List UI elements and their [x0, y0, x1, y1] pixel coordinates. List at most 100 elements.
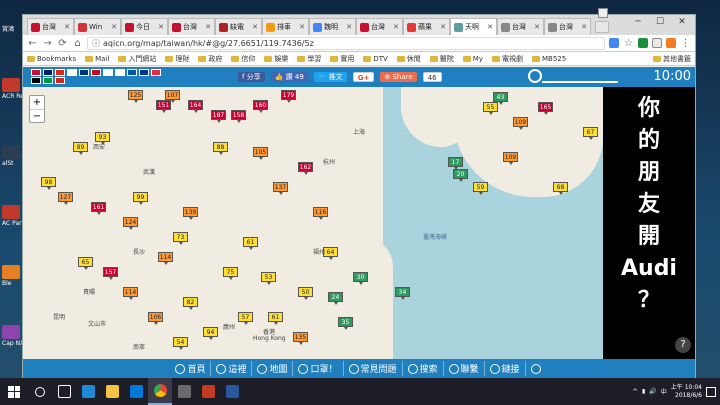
- close-tab-icon[interactable]: ✕: [346, 23, 352, 31]
- bookmark-item[interactable]: Mail: [85, 55, 109, 63]
- bookmark-item[interactable]: Bookmarks: [27, 55, 76, 63]
- aqi-station-marker[interactable]: 17: [448, 157, 463, 170]
- aqi-station-marker[interactable]: 114: [123, 287, 138, 300]
- aqi-station-marker[interactable]: 165: [538, 102, 553, 115]
- language-flag-icon[interactable]: [103, 69, 113, 76]
- zoom-in-button[interactable]: +: [30, 96, 44, 109]
- star-icon[interactable]: ☆: [623, 38, 634, 49]
- language-flag-icon[interactable]: [55, 69, 65, 76]
- forward-icon[interactable]: →: [42, 38, 53, 49]
- browser-tab[interactable]: 今日 ✕: [121, 18, 168, 35]
- facebook-like-button[interactable]: 👍 讚 49: [270, 72, 308, 82]
- nav-item[interactable]: 口罩！: [292, 361, 342, 376]
- close-tab-icon[interactable]: ✕: [487, 23, 493, 31]
- close-tab-icon[interactable]: ✕: [440, 23, 446, 31]
- aqi-station-marker[interactable]: 158: [231, 110, 246, 123]
- bookmark-item[interactable]: MB525: [531, 55, 566, 63]
- aqi-station-marker[interactable]: 124: [123, 217, 138, 230]
- language-flag-icon[interactable]: [127, 69, 137, 76]
- language-flag-icon[interactable]: [43, 69, 53, 76]
- close-tab-icon[interactable]: ✕: [111, 23, 117, 31]
- back-icon[interactable]: ←: [27, 38, 38, 49]
- aqi-station-marker[interactable]: 106: [148, 312, 163, 325]
- aqi-station-marker[interactable]: 99: [133, 192, 148, 205]
- nav-item[interactable]: 聯繫: [442, 361, 484, 376]
- aqi-station-marker[interactable]: 135: [293, 332, 308, 345]
- nav-item[interactable]: 搜索: [401, 361, 443, 376]
- bookmark-item[interactable]: 休閒: [396, 54, 421, 64]
- aqi-station-marker[interactable]: 98: [41, 177, 56, 190]
- aqi-station-marker[interactable]: 109: [513, 117, 528, 130]
- language-flag-icon[interactable]: [151, 69, 161, 76]
- desktop-icon[interactable]: Cap NX: [2, 325, 24, 347]
- close-icon[interactable]: ✕: [671, 15, 693, 29]
- aqi-station-marker[interactable]: 109: [503, 152, 518, 165]
- nav-item[interactable]: [524, 361, 548, 376]
- language-flag-icon[interactable]: [31, 69, 41, 76]
- bookmark-other-folder[interactable]: 其他書籤: [653, 54, 691, 64]
- help-button[interactable]: ?: [675, 337, 691, 353]
- bookmark-item[interactable]: 電視劇: [491, 54, 523, 64]
- aqi-station-marker[interactable]: 161: [91, 202, 106, 215]
- aqi-station-marker[interactable]: 139: [183, 207, 198, 220]
- aqi-station-marker[interactable]: 67: [583, 127, 598, 140]
- google-plus-button[interactable]: G+: [352, 72, 375, 82]
- aqi-station-marker[interactable]: 179: [281, 90, 296, 103]
- bookmark-item[interactable]: DTV: [363, 55, 388, 63]
- aqi-station-marker[interactable]: 55: [483, 102, 498, 115]
- close-tab-icon[interactable]: ✕: [534, 23, 540, 31]
- search-icon[interactable]: [528, 69, 542, 83]
- close-tab-icon[interactable]: ✕: [252, 23, 258, 31]
- close-tab-icon[interactable]: ✕: [393, 23, 399, 31]
- bookmark-item[interactable]: 學習: [297, 54, 321, 64]
- aqi-station-marker[interactable]: 88: [213, 142, 228, 155]
- ad-video-panel[interactable]: 你的朋友開 Audi ？?: [603, 87, 695, 359]
- app-taskbar-icon[interactable]: [220, 378, 244, 405]
- aqi-station-marker[interactable]: 127: [58, 192, 73, 205]
- ime-icon[interactable]: 中: [661, 387, 667, 396]
- bookmark-item[interactable]: My: [462, 55, 483, 63]
- desktop-icon[interactable]: Ble: [2, 265, 24, 287]
- browser-tab[interactable]: 蘋果 ✕: [403, 18, 450, 35]
- task-view-icon[interactable]: [52, 378, 76, 405]
- aqi-station-marker[interactable]: 75: [223, 267, 238, 280]
- maximize-icon[interactable]: ☐: [649, 15, 671, 29]
- nav-item[interactable]: 鏈接: [483, 361, 525, 376]
- browser-tab[interactable]: 台灣 ✕: [356, 18, 403, 35]
- start-button[interactable]: [0, 378, 28, 405]
- browser-tab[interactable]: 天啊 ✕: [450, 18, 497, 35]
- browser-tab[interactable]: 台灣 ✕: [168, 18, 215, 35]
- aqi-station-marker[interactable]: 24: [328, 292, 343, 305]
- browser-tab[interactable]: 缺電 ✕: [215, 18, 262, 35]
- language-flag-icon[interactable]: [67, 69, 77, 76]
- aqi-station-marker[interactable]: 82: [183, 297, 198, 310]
- share-button[interactable]: ⊕ Share: [380, 72, 417, 82]
- volume-icon[interactable]: 🔊: [649, 388, 656, 395]
- aqi-station-marker[interactable]: 61: [268, 312, 283, 325]
- aqi-station-marker[interactable]: 64: [323, 247, 338, 260]
- aqi-station-marker[interactable]: 151: [156, 100, 171, 113]
- aqi-station-marker[interactable]: 107: [165, 90, 180, 103]
- nav-item[interactable]: 首頁: [170, 361, 210, 376]
- aqi-station-marker[interactable]: 57: [238, 312, 253, 325]
- language-flag-icon[interactable]: [31, 77, 41, 84]
- nav-item[interactable]: 這裡: [210, 361, 251, 376]
- chrome-icon[interactable]: [148, 378, 172, 405]
- aqi-station-marker[interactable]: 114: [158, 252, 173, 265]
- bookmark-item[interactable]: 入門網站: [118, 54, 156, 64]
- store-icon[interactable]: [124, 378, 148, 405]
- aqi-station-marker[interactable]: 35: [338, 317, 353, 330]
- aqi-station-marker[interactable]: 162: [298, 162, 313, 175]
- minimize-icon[interactable]: ─: [627, 15, 649, 29]
- desktop-icon[interactable]: 賞鴻: [2, 26, 24, 33]
- aqi-station-marker[interactable]: 54: [173, 337, 188, 350]
- extension-check-icon[interactable]: [638, 38, 648, 48]
- close-tab-icon[interactable]: ✕: [205, 23, 211, 31]
- aqi-station-marker[interactable]: 160: [253, 100, 268, 113]
- aqi-station-marker[interactable]: 94: [203, 327, 218, 340]
- close-tab-icon[interactable]: ✕: [581, 23, 587, 31]
- aqi-station-marker[interactable]: 73: [173, 232, 188, 245]
- desktop-icon[interactable]: AC Parti: [2, 205, 26, 227]
- bookmark-item[interactable]: 理財: [165, 54, 189, 64]
- aqi-map[interactable]: + − 臺灣海峽 125 107 151 164 187 158 160 179 89 93 98 1…: [23, 87, 603, 359]
